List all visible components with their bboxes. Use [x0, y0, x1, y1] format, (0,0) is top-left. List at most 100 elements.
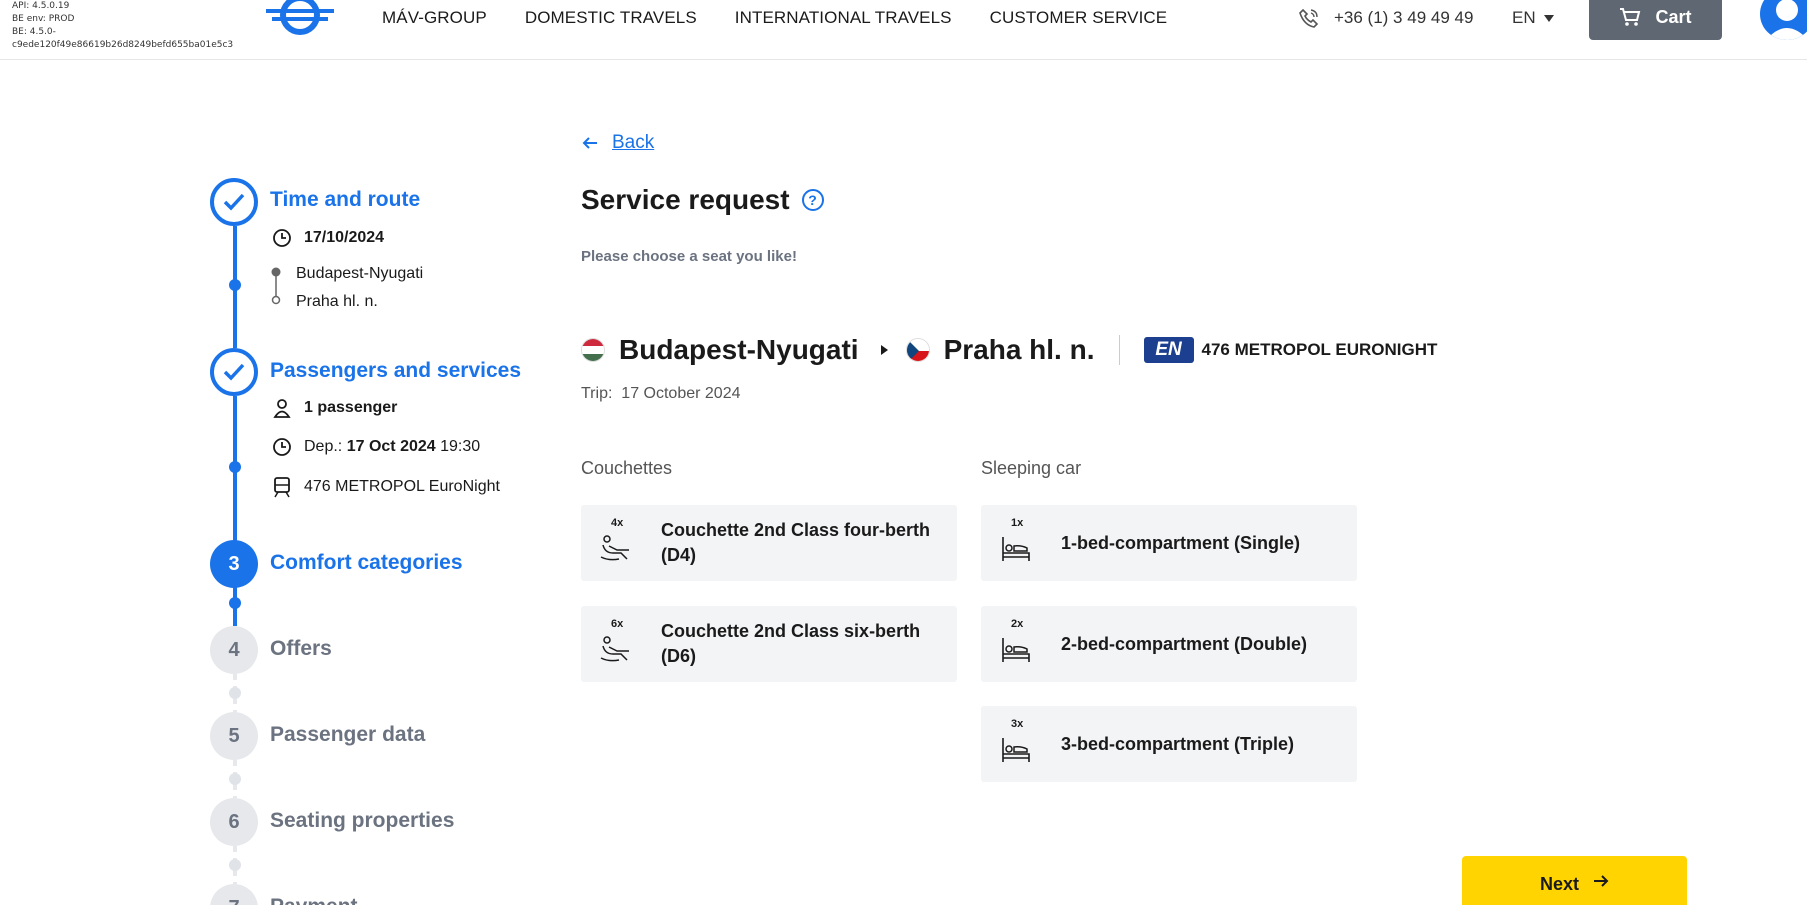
step-2-passengers-row: 1 passenger	[272, 398, 397, 418]
step-dot	[229, 773, 241, 785]
cart-label: Cart	[1655, 6, 1692, 27]
be-hash: c9ede120f49e86619b26d8249befd655ba01e5c3	[12, 40, 234, 50]
step-1-to: Praha hl. n.	[296, 293, 378, 310]
step-connector	[233, 396, 237, 552]
euronight-logo: EN	[1143, 337, 1194, 363]
route-arrow-icon	[880, 345, 888, 355]
page-title: Service request ?	[581, 184, 824, 216]
step-2-departure-row: Dep.: 17 Oct 2024 19:30	[272, 437, 480, 457]
train-name: 476 METROPOL EURONIGHT	[1201, 340, 1438, 359]
step-1-route: Budapest-Nyugati Praha hl. n.	[270, 265, 423, 316]
checkmark-icon	[223, 193, 245, 211]
czech-flag-icon	[905, 338, 930, 362]
clock-icon	[273, 438, 291, 456]
bed-icon: 2x	[999, 618, 1043, 670]
couchette-four-berth-line1: Couchette 2nd Class four-berth	[661, 520, 931, 540]
user-icon	[1766, 0, 1807, 40]
couchette-six-berth-line1: Couchette 2nd Class six-berth	[661, 621, 921, 641]
mav-logo[interactable]	[266, 0, 334, 38]
cart-button[interactable]: Cart	[1589, 0, 1722, 40]
step-dot	[229, 279, 241, 291]
hungary-flag-icon	[581, 338, 605, 362]
language-value: EN	[1512, 8, 1536, 27]
berth-count: 6x	[611, 618, 624, 630]
step-1-from: Budapest-Nyugati	[296, 265, 424, 282]
triple-compartment-label: 3-bed-compartment (Triple)	[1061, 733, 1295, 754]
step-5-title: Passenger data	[270, 723, 426, 746]
couchette-four-berth-line2: (D4)	[661, 545, 696, 565]
step-1-title[interactable]: Time and route	[270, 188, 420, 212]
route-header: Budapest-Nyugati Praha hl. n. EN 476 MET…	[581, 334, 1437, 366]
single-compartment-label: 1-bed-compartment (Single)	[1061, 532, 1301, 553]
step-4-title: Offers	[270, 637, 332, 660]
from-station: Budapest-Nyugati	[619, 334, 859, 365]
checkmark-icon	[223, 363, 245, 381]
bed-count: 2x	[1011, 618, 1024, 630]
language-select[interactable]: EN	[1512, 8, 1554, 28]
trip-info: Trip: 17 October 2024	[581, 385, 741, 403]
couchette-six-berth-line2: (D6)	[661, 646, 696, 666]
double-compartment-card[interactable]: 2x 2-bed-compartment (Double)	[981, 606, 1357, 682]
nav-customer-service[interactable]: CUSTOMER SERVICE	[990, 8, 1168, 28]
step-1-date: 17/10/2024	[304, 229, 385, 246]
step-2-title[interactable]: Passengers and services	[270, 359, 521, 383]
dep-time: 19:30	[440, 438, 481, 455]
help-icon[interactable]: ?	[801, 189, 824, 211]
step-1-done-circle[interactable]	[210, 178, 258, 226]
double-compartment-label: 2-bed-compartment (Double)	[1061, 633, 1308, 654]
single-compartment-card[interactable]: 1x 1-bed-compartment (Single)	[981, 505, 1357, 581]
phone-contact[interactable]: +36 (1) 3 49 49 49	[1298, 7, 1473, 29]
step-2-passengers: 1 passenger	[304, 399, 398, 416]
step-2-done-circle[interactable]	[210, 348, 258, 396]
step-dot	[229, 687, 241, 699]
couchette-six-berth-card[interactable]: 6x Couchette 2nd Class six-berth (D6)	[581, 606, 957, 682]
page-title-text: Service request	[581, 184, 790, 215]
top-header: API: 4.5.0.19 BE env: PROD BE: 4.5.0- c9…	[0, 0, 1807, 60]
triple-compartment-card[interactable]: 3x 3-bed-compartment (Triple)	[981, 706, 1357, 782]
arrow-right-icon	[1594, 875, 1609, 887]
step-3-circle: 3	[210, 540, 258, 588]
bed-count: 1x	[1011, 517, 1024, 529]
back-label: Back	[612, 132, 655, 153]
bed-icon: 3x	[999, 718, 1043, 770]
nav-mav-group[interactable]: MÁV-GROUP	[382, 8, 487, 28]
train-icon	[274, 477, 290, 498]
phone-icon	[1299, 8, 1319, 28]
step-1-date-row: 17/10/2024	[272, 228, 384, 248]
arrow-left-icon	[582, 137, 597, 149]
step-2-train-row: 476 METROPOL EuroNight	[272, 476, 500, 498]
step-4-circle: 4	[210, 626, 258, 674]
back-link[interactable]: Back	[582, 132, 654, 154]
user-avatar[interactable]	[1760, 0, 1807, 40]
berth-count: 4x	[611, 517, 624, 529]
bed-count: 3x	[1011, 718, 1024, 730]
api-version: API: 4.5.0.19	[12, 1, 70, 11]
chevron-down-icon	[1543, 14, 1554, 22]
couchette-icon: 4x	[599, 517, 643, 569]
api-version-info: API: 4.5.0.19 BE env: PROD BE: 4.5.0- c9…	[12, 0, 233, 52]
route-icon	[271, 267, 281, 305]
couchette-icon: 6x	[599, 618, 643, 670]
nav-international-travels[interactable]: INTERNATIONAL TRAVELS	[735, 8, 952, 28]
clock-icon	[273, 229, 291, 247]
nav-domestic-travels[interactable]: DOMESTIC TRAVELS	[525, 8, 697, 28]
step-7-title: Payment	[270, 895, 358, 905]
booking-stepper: Time and route 17/10/2024 Budapest-Nyuga…	[210, 178, 530, 905]
couchette-four-berth-card[interactable]: 4x Couchette 2nd Class four-berth (D4)	[581, 505, 957, 581]
step-3-title: Comfort categories	[270, 551, 463, 574]
step-dot	[229, 461, 241, 473]
step-6-title: Seating properties	[270, 809, 455, 832]
step-2-train: 476 METROPOL EuroNight	[304, 478, 500, 495]
divider	[1118, 335, 1120, 365]
page-subtitle: Please choose a seat you like!	[581, 248, 797, 265]
step-7-circle: 7	[210, 884, 258, 905]
next-button[interactable]: Next	[1462, 856, 1687, 905]
trip-date: 17 October 2024	[621, 385, 741, 402]
sleeping-car-label: Sleeping car	[981, 458, 1082, 478]
phone-number: +36 (1) 3 49 49 49	[1334, 8, 1474, 27]
dep-prefix: Dep.:	[304, 438, 343, 455]
be-version: BE: 4.5.0-	[12, 27, 56, 37]
trip-label: Trip:	[581, 385, 613, 402]
step-5-circle: 5	[210, 712, 258, 760]
be-env: BE env: PROD	[12, 14, 75, 24]
